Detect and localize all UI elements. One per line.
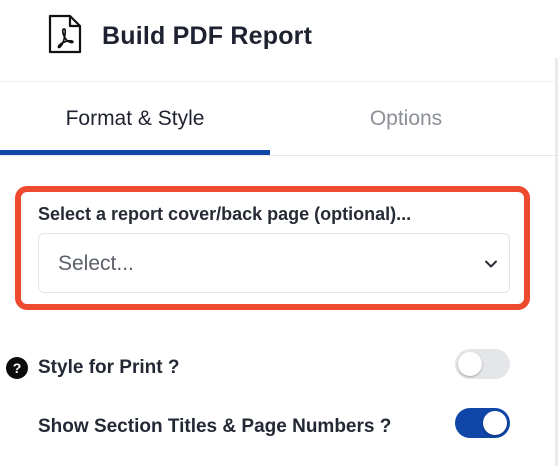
toggle-knob <box>483 411 507 435</box>
build-pdf-report-panel: Build PDF Report Format & Style Options … <box>0 0 558 466</box>
panel-header: Build PDF Report <box>0 0 558 82</box>
cover-page-select-placeholder: Select... <box>58 252 134 275</box>
tab-format-style[interactable]: Format & Style <box>0 82 270 156</box>
section-titles-page-numbers-toggle[interactable] <box>455 408 510 438</box>
cover-page-select[interactable]: Select... <box>38 233 510 293</box>
toggle-knob <box>458 352 482 376</box>
style-for-print-toggle[interactable] <box>455 349 510 379</box>
section-titles-page-numbers-label: Show Section Titles & Page Numbers ? <box>38 416 392 437</box>
tab-bar: Format & Style Options <box>0 82 558 156</box>
active-tab-indicator <box>0 150 270 155</box>
page-title: Build PDF Report <box>102 22 313 50</box>
help-icon[interactable]: ? <box>6 357 28 379</box>
chevron-down-icon <box>485 260 497 268</box>
tab-options[interactable]: Options <box>270 82 542 156</box>
pdf-file-icon <box>48 14 82 54</box>
style-for-print-label: Style for Print ? <box>38 357 180 378</box>
cover-page-label: Select a report cover/back page (optiona… <box>38 204 412 224</box>
